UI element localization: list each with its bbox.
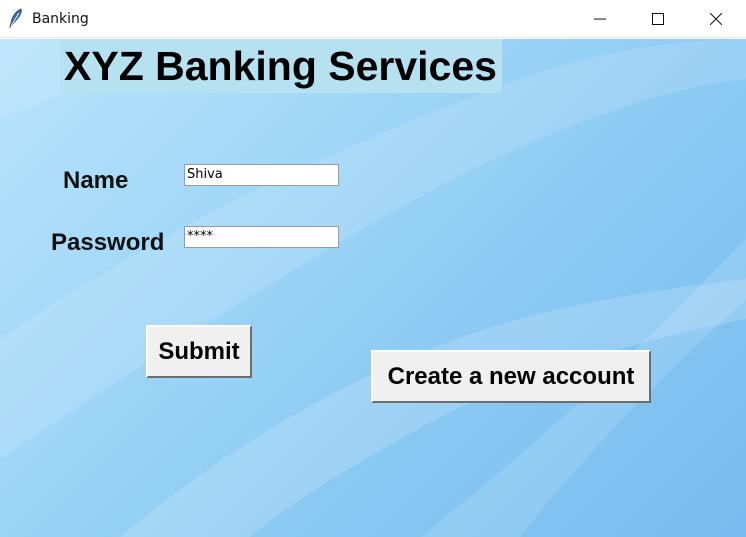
background-wallpaper xyxy=(0,39,746,537)
submit-button[interactable]: Submit xyxy=(146,325,252,378)
maximize-button[interactable] xyxy=(635,0,681,38)
app-window: Banking XYZ Banking Services Name Shiva … xyxy=(0,0,746,537)
close-icon xyxy=(710,13,722,25)
minimize-icon xyxy=(594,18,606,20)
window-title: Banking xyxy=(32,11,89,27)
title-bar[interactable]: Banking xyxy=(0,0,746,38)
create-account-button[interactable]: Create a new account xyxy=(371,350,651,403)
password-input[interactable]: **** xyxy=(184,226,339,248)
close-button[interactable] xyxy=(693,0,739,38)
page-title: XYZ Banking Services xyxy=(60,39,502,93)
minimize-button[interactable] xyxy=(577,0,623,38)
name-input[interactable]: Shiva xyxy=(184,164,339,186)
maximize-icon xyxy=(652,13,664,25)
name-label: Name xyxy=(63,167,129,194)
password-label: Password xyxy=(51,229,165,256)
feather-icon xyxy=(9,8,23,29)
window-content: XYZ Banking Services Name Shiva Password… xyxy=(0,39,746,537)
